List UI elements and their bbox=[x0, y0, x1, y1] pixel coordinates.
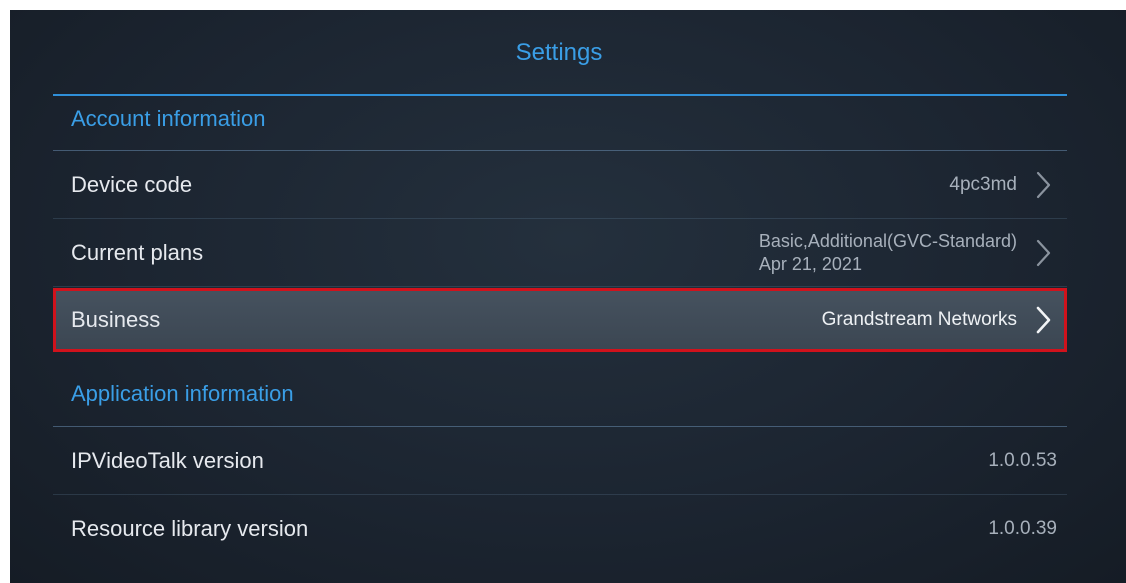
settings-row-ipvideotalk-version: IPVideoTalk version 1.0.0.53 bbox=[53, 427, 1067, 495]
chevron-right-icon bbox=[1036, 306, 1051, 334]
title-divider bbox=[53, 94, 1067, 96]
row-label: IPVideoTalk version bbox=[71, 447, 264, 473]
row-label: Resource library version bbox=[71, 516, 309, 541]
settings-row-current-plans[interactable]: Current plans Basic,Additional(GVC-Stand… bbox=[53, 219, 1067, 287]
row-value: 4pc3md bbox=[949, 173, 1017, 195]
settings-row-device-code[interactable]: Device code 4pc3md bbox=[53, 151, 1067, 219]
row-label: Current plans bbox=[71, 239, 204, 265]
settings-screen: Settings Account information Device code… bbox=[10, 10, 1126, 583]
row-value: 1.0.0.39 bbox=[988, 518, 1057, 539]
settings-row-business[interactable]: Business Grandstream Networks bbox=[53, 288, 1067, 352]
plan-date: Apr 21, 2021 bbox=[758, 253, 862, 274]
chevron-right-icon bbox=[1036, 239, 1051, 266]
row-value: Grandstream Networks bbox=[821, 309, 1017, 330]
row-value: Basic,Additional(GVC-Standard) Apr 21, 2… bbox=[759, 230, 1017, 276]
chevron-right-icon bbox=[1036, 171, 1051, 198]
row-label: Business bbox=[71, 307, 161, 332]
section-header-application: Application information bbox=[71, 381, 294, 406]
settings-row-resource-library-version: Resource library version 1.0.0.39 bbox=[53, 495, 1067, 563]
row-value: 1.0.0.53 bbox=[988, 449, 1057, 471]
plan-names: Basic,Additional(GVC-Standard) bbox=[758, 230, 1017, 251]
section-header-account: Account information bbox=[71, 106, 266, 131]
row-label: Device code bbox=[71, 171, 193, 197]
page-title: Settings bbox=[515, 39, 603, 66]
